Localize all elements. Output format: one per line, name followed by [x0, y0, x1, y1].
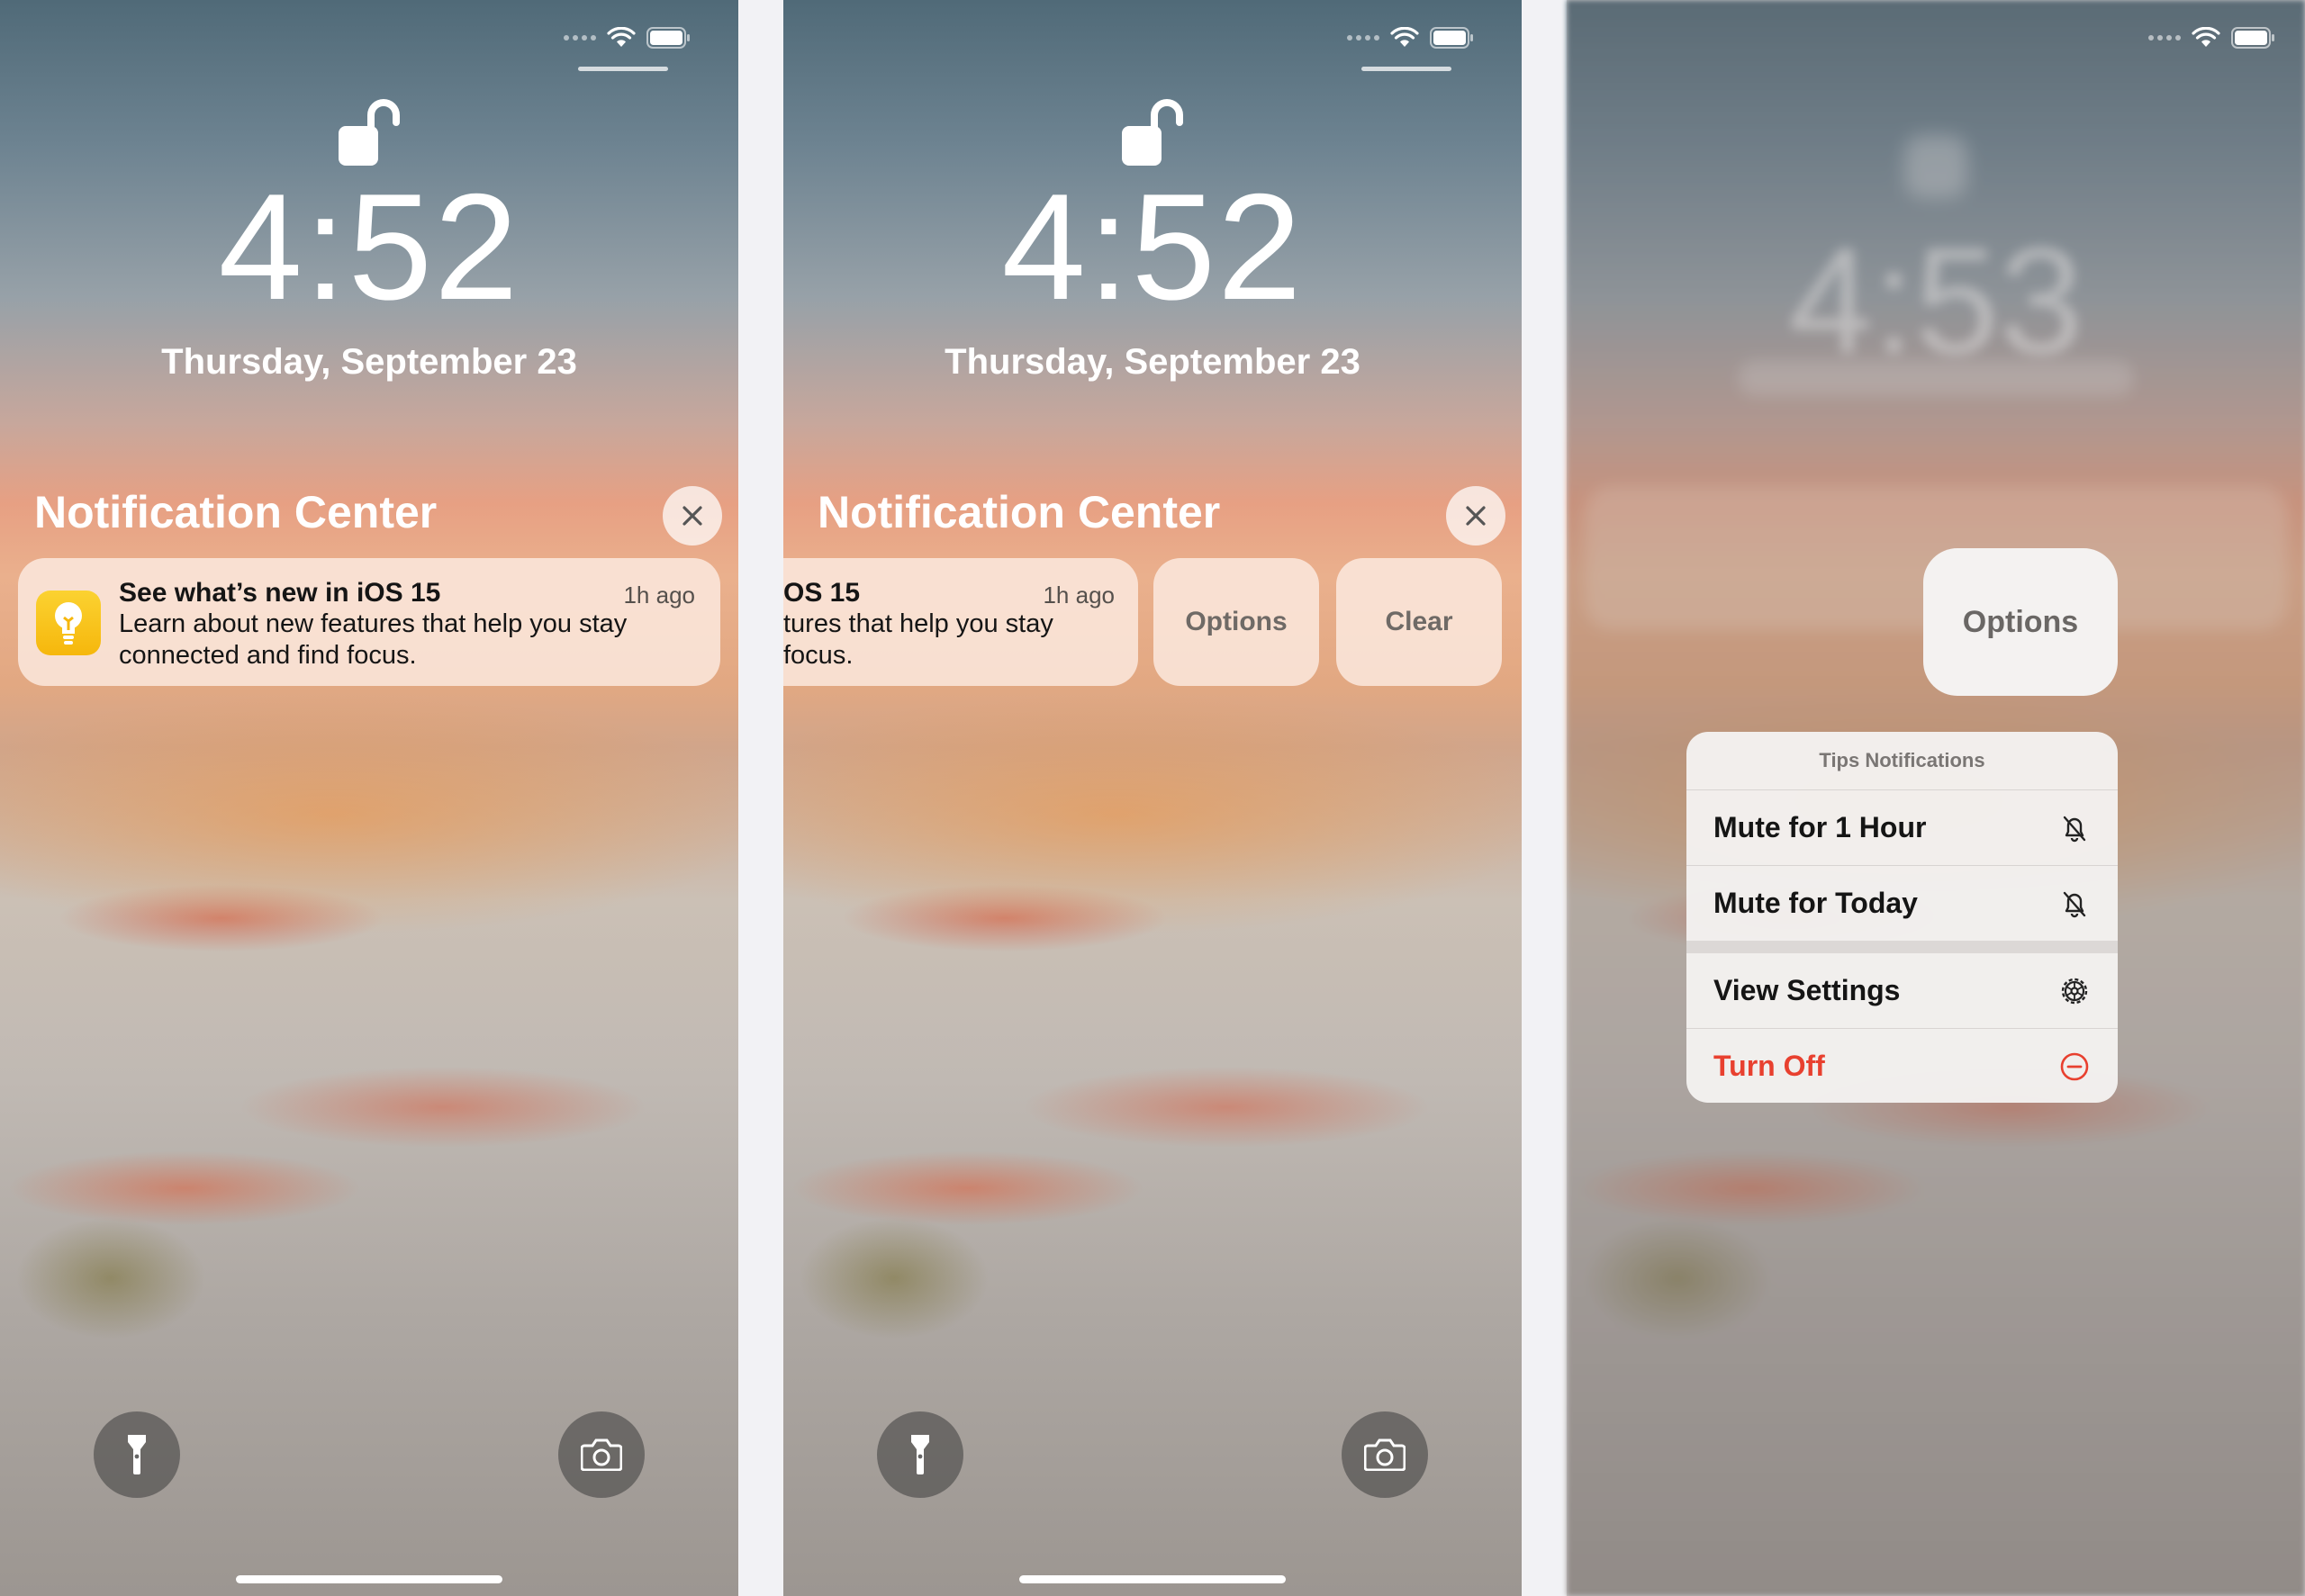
menu-item-label: View Settings [1713, 974, 1901, 1006]
lockscreen-time: 4:52 [1001, 162, 1304, 331]
clear-all-button[interactable] [663, 486, 722, 546]
flashlight-icon [128, 1435, 146, 1474]
notification-body-line: tures that help you stay [783, 609, 1053, 638]
notification-card[interactable]: See what’s new in iOS 15 1h ago Learn ab… [18, 558, 720, 686]
mute-1-hour-item[interactable]: Mute for 1 Hour [1686, 790, 2118, 866]
bell-slash-icon [2063, 816, 2086, 843]
bell-slash-icon [2063, 891, 2086, 918]
status-bar [564, 27, 692, 49]
battery-icon [2231, 27, 2274, 49]
notification-body-line: focus. [783, 641, 854, 670]
menu-header: Tips Notifications [1686, 732, 2118, 790]
options-button-pressed[interactable]: Options [1923, 548, 2118, 696]
clear-button[interactable]: Clear [1336, 558, 1502, 686]
notification-body: tures that help you stay focus. [783, 609, 1125, 672]
battery-icon [646, 27, 690, 49]
camera-button[interactable] [1342, 1411, 1428, 1498]
cellular-signal-icon [1347, 35, 1379, 41]
lockscreen-date: Thursday, September 23 [945, 342, 1360, 382]
lockscreen-phone-1: 4:52 Thursday, September 23 Notification… [0, 0, 738, 1596]
flashlight-icon [911, 1435, 929, 1474]
home-indicator[interactable] [236, 1575, 502, 1583]
close-icon [1466, 506, 1486, 526]
unlock-icon [1122, 99, 1183, 166]
notification-center-title: Notification Center [34, 487, 438, 537]
menu-item-label: Mute for 1 Hour [1713, 811, 1927, 843]
flashlight-button[interactable] [877, 1411, 963, 1498]
minus-circle-icon [2060, 1052, 2089, 1081]
gear-icon [2061, 978, 2088, 1005]
wifi-icon [2192, 27, 2220, 47]
lockscreen-date: Thursday, September 23 [161, 342, 577, 382]
camera-icon [581, 1438, 622, 1471]
home-indicator[interactable] [1019, 1575, 1286, 1583]
view-settings-item[interactable]: View Settings [1686, 953, 2118, 1029]
menu-item-label: Turn Off [1713, 1050, 1825, 1082]
lightbulb-icon [36, 591, 101, 655]
menu-separator [1686, 941, 2118, 953]
notification-center-title: Notification Center [818, 487, 1221, 537]
options-menu: Tips Notifications Mute for 1 Hour Mute … [1686, 732, 2118, 1103]
notification-body: Learn about new features that help you s… [119, 609, 628, 670]
options-button[interactable]: Options [1153, 558, 1319, 686]
camera-icon [1364, 1438, 1406, 1471]
clear-all-button[interactable] [1446, 486, 1505, 546]
cellular-signal-icon [2148, 35, 2181, 41]
notification-card-swiped[interactable]: OS 15 1h ago tures that help you stay fo… [783, 558, 1138, 686]
camera-button[interactable] [558, 1411, 645, 1498]
status-bar [1347, 27, 1475, 49]
notification-time: 1h ago [1043, 582, 1115, 609]
cellular-signal-icon [564, 35, 596, 41]
mute-today-item[interactable]: Mute for Today [1686, 866, 2118, 941]
notification-time: 1h ago [623, 582, 695, 609]
control-center-grabber[interactable] [578, 67, 668, 71]
notification-title: OS 15 [783, 578, 861, 608]
lockscreen-phone-2: 4:52 Thursday, September 23 Notification… [783, 0, 1522, 1596]
battery-icon [1430, 27, 1473, 49]
wifi-icon [607, 27, 636, 47]
menu-item-label: Mute for Today [1713, 887, 1918, 919]
close-icon [682, 506, 702, 526]
turn-off-item[interactable]: Turn Off [1686, 1029, 2118, 1103]
lockscreen-time: 4:52 [218, 162, 520, 331]
control-center-grabber[interactable] [1361, 67, 1451, 71]
flashlight-button[interactable] [94, 1411, 180, 1498]
status-bar [2148, 27, 2276, 49]
unlock-icon [339, 99, 400, 166]
wifi-icon [1390, 27, 1419, 47]
notification-title: See what’s new in iOS 15 [119, 578, 441, 608]
